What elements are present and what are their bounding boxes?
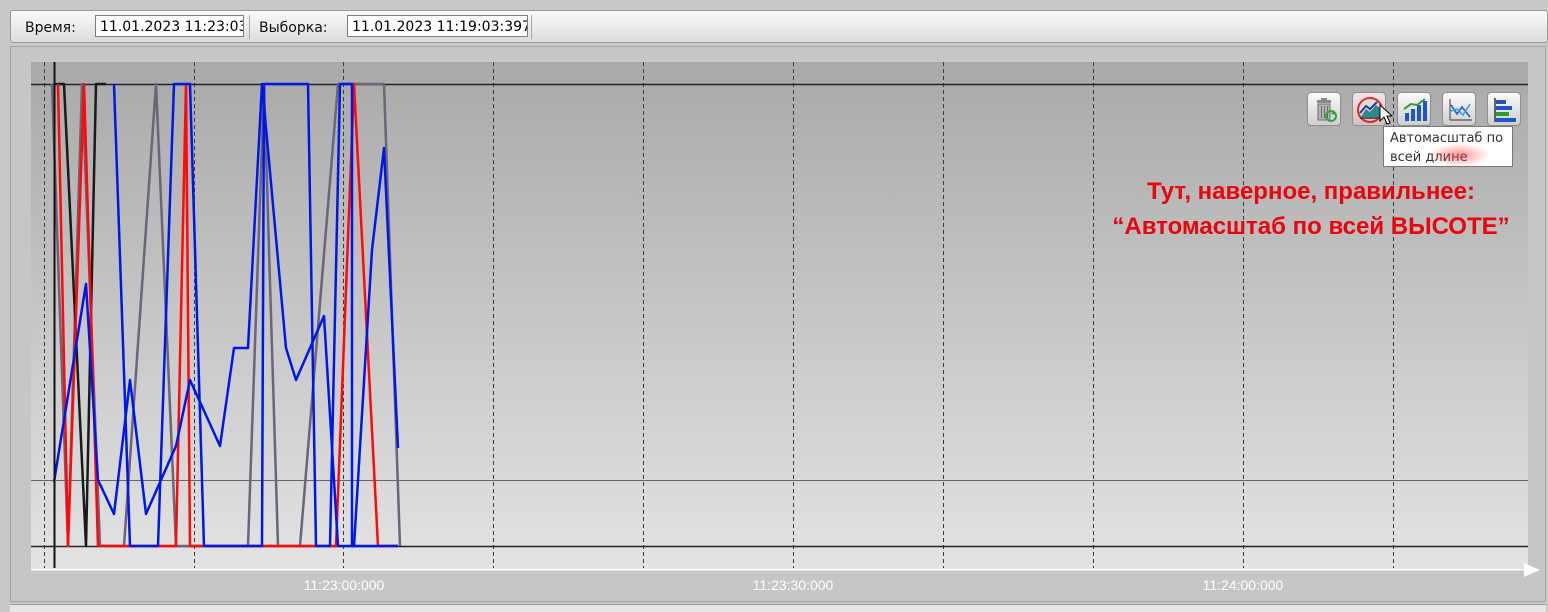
x-tick-label: 11:23:00:000: [304, 577, 385, 593]
annotation-line: “Автомасштаб по всей ВЫСОТЕ”: [1112, 213, 1510, 240]
x-tick-label: 11:23:30:000: [753, 577, 834, 593]
horizontal-bars-icon: [1494, 98, 1516, 122]
mouse-cursor-icon: [1379, 104, 1393, 125]
line-chart-button[interactable]: [1442, 92, 1476, 126]
bar-chart-icon: [1403, 98, 1427, 121]
annotation-text: Тут, наверное, правильнее: “Автомасштаб …: [1096, 174, 1526, 244]
horizontal-bars-button[interactable]: [1487, 92, 1521, 126]
x-tick-label: 11:24:00:000: [1203, 577, 1284, 593]
trash-refresh-icon: [1317, 98, 1337, 122]
line-chart-icon: [1449, 99, 1472, 121]
annotation-line: Тут, наверное, правильнее:: [1147, 178, 1475, 205]
highlight-smear: [1428, 143, 1490, 167]
bar-chart-button[interactable]: [1397, 92, 1431, 126]
clear-refresh-button[interactable]: [1307, 92, 1341, 126]
x-axis-arrow: [1524, 563, 1540, 577]
